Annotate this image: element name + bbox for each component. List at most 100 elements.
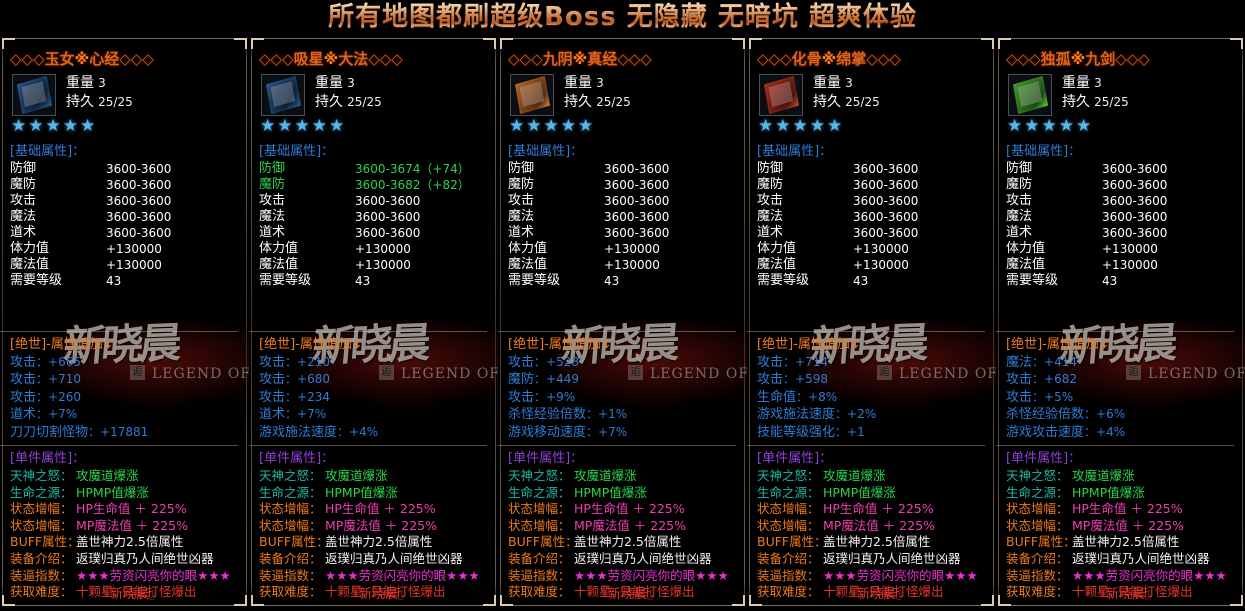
weight-label: 重量 — [315, 75, 343, 91]
durability-label: 持久 — [66, 94, 94, 110]
juexi-attr-label: 攻击 — [10, 372, 37, 388]
single-attr-label: 状态增幅： — [1006, 517, 1069, 533]
juexi-attr-row: 杀怪经验倍数：+1% — [508, 406, 747, 423]
base-attr-label: 魔法 — [259, 209, 286, 224]
item-card[interactable]: 新晓晨逅LEGEND OF MIR2◇◇◇吸星※大法◇◇◇重量 3持久 25/2… — [249, 33, 498, 611]
juexi-attr-row: 攻击：+598 — [757, 371, 996, 388]
single-attr-label: 状态增幅： — [10, 517, 73, 533]
juexi-attr-value: +5% — [1044, 389, 1074, 404]
single-attr-row: 装逼指数： ★★★劳资闪亮你的眼★★★ — [259, 568, 498, 585]
single-attr-label: 装逼指数： — [259, 567, 322, 583]
juexi-attr-row: 游戏移动速度：+7% — [508, 424, 747, 441]
base-attr-value: 3600-3600 — [106, 178, 172, 192]
single-attr-value: HPMP值爆涨 — [823, 484, 896, 500]
single-attr-row: 生命之源： HPMP值爆涨 — [259, 485, 498, 502]
single-attr-value: HPMP值爆涨 — [76, 484, 149, 500]
single-attr-label: 生命之源： — [757, 484, 820, 500]
juexi-attr-value: +7% — [598, 424, 628, 439]
single-attr-row: 状态增幅： MP魔法值 ＋ 225% — [10, 518, 249, 535]
base-attr-row: 攻击 3600-3600 — [508, 193, 747, 209]
single-attr-label: BUFF属性： — [10, 534, 80, 550]
base-attr-label: 攻击 — [1006, 193, 1033, 208]
base-attr-row: 体力值 +130000 — [757, 241, 996, 257]
item-title: ◇◇◇九阴※真经◇◇◇ — [508, 48, 652, 69]
base-attr-row: 体力值 +130000 — [508, 241, 747, 257]
base-attributes-section: [基础属性]： 防御 3600-3674（+74） 魔防 3600-3682（+82）攻… — [259, 143, 498, 289]
single-attr-row: 装逼指数： ★★★劳资闪亮你的眼★★★ — [757, 568, 996, 585]
single-attr-label: 状态增幅： — [259, 501, 322, 517]
base-attr-row: 攻击 3600-3600 — [259, 193, 498, 209]
base-attributes-heading: [基础属性]： — [10, 144, 86, 159]
base-attr-label: 需要等级 — [259, 273, 312, 288]
item-card[interactable]: 新晓晨逅LEGEND OF MIR2◇◇◇九阴※真经◇◇◇重量 3持久 25/2… — [498, 33, 747, 611]
item-card[interactable]: 新晓晨逅LEGEND OF MIR2◇◇◇化骨※绵掌◇◇◇重量 3持久 25/2… — [747, 33, 996, 611]
base-attributes-rows: 防御 3600-3600 魔防 3600-3600 攻击 3600-3600 魔法 3600-… — [757, 161, 996, 289]
juexi-attr-row: 攻击：+714 — [757, 354, 996, 371]
base-attr-label: 魔法 — [10, 209, 37, 224]
base-attr-label: 道术 — [1006, 225, 1033, 240]
juexi-attr-label: 杀怪经验倍数 — [508, 407, 587, 423]
weight-row: 重量 3 — [66, 74, 133, 93]
single-attr-value: HP生命值 ＋ 225% — [325, 501, 436, 517]
item-book-icon[interactable] — [759, 74, 803, 116]
durability-value: 25/25 — [1094, 95, 1129, 109]
durability-value: 25/25 — [845, 95, 880, 109]
item-card[interactable]: 新晓晨逅LEGEND OF MIR2◇◇◇玉女※心经◇◇◇重量 3持久 25/2… — [0, 33, 249, 611]
juexi-separator: ： — [36, 407, 49, 422]
base-attr-row: 体力值 +130000 — [1006, 241, 1245, 257]
juexi-attr-label: 游戏施法速度 — [259, 424, 338, 440]
base-attr-row: 防御 3600-3600 — [1006, 161, 1245, 177]
durability-label: 持久 — [813, 94, 841, 110]
item-book-icon[interactable] — [510, 74, 554, 116]
card-footer-signature: 『新晓晨』 — [96, 587, 162, 602]
juexi-attr-row: 攻击：+9% — [508, 389, 747, 406]
base-attr-row: 体力值 +130000 — [259, 241, 498, 257]
juexi-attr-row: 攻击：+528 — [508, 354, 747, 371]
single-attr-row: BUFF属性： 盖世神力2.5倍属性 — [259, 534, 498, 551]
item-book-icon[interactable] — [261, 74, 305, 116]
base-attributes-heading: [基础属性]： — [757, 144, 833, 159]
single-attr-row: 状态增幅： MP魔法值 ＋ 225% — [259, 518, 498, 535]
base-attr-value: 3600-3600 — [1102, 178, 1168, 192]
item-card[interactable]: 新晓晨逅LEGEND OF MIR2◇◇◇独孤※九剑◇◇◇重量 3持久 25/2… — [996, 33, 1245, 611]
single-attr-label: 天神之怒： — [508, 468, 571, 483]
juexi-attributes-section: [绝世]-属性追加↓ 攻击：+210 攻击：+680 攻击：+234 道术：+7% 游戏施… — [259, 336, 498, 441]
base-attr-value: 43 — [106, 274, 122, 288]
base-attr-value: 3600-3682（+82） — [355, 178, 470, 192]
base-attr-value: +130000 — [1102, 242, 1158, 256]
juexi-separator: ： — [285, 372, 298, 387]
juexi-attr-row: 道术：+7% — [10, 406, 249, 423]
base-attr-value: 3600-3600 — [1102, 210, 1168, 224]
juexi-separator: ： — [534, 355, 547, 369]
weight-label: 重量 — [66, 75, 94, 91]
juexi-separator: ： — [783, 372, 796, 387]
juexi-separator: ： — [1032, 355, 1045, 369]
durability-row: 持久 25/25 — [66, 93, 133, 112]
single-attributes-section: [单件属性]： 天神之怒： 攻魔道爆涨 生命之源： HPMP值爆涨 状态增幅： HP生命值 … — [10, 450, 249, 601]
single-attr-label: 状态增幅： — [757, 501, 820, 517]
base-attr-value: 43 — [1102, 274, 1118, 288]
base-attr-row: 体力值 +130000 — [10, 241, 249, 257]
juexi-attr-label: 攻击 — [757, 355, 784, 370]
base-attributes-heading: [基础属性]： — [1006, 144, 1082, 159]
base-attr-label: 防御 — [508, 161, 535, 176]
item-book-icon[interactable] — [12, 74, 56, 116]
juexi-attr-value: +9% — [546, 389, 576, 404]
single-attr-value: MP魔法值 ＋ 225% — [325, 517, 438, 533]
title-asterisk-mark: ※ — [821, 50, 837, 68]
item-book-icon[interactable] — [1008, 74, 1052, 116]
base-attr-label: 攻击 — [508, 193, 535, 208]
base-attr-label: 魔法值 — [757, 257, 797, 272]
single-attributes-section: [单件属性]： 天神之怒： 攻魔道爆涨 生命之源： HPMP值爆涨 状态增幅： HP生命值 … — [757, 450, 996, 601]
base-attributes-heading: [基础属性]： — [508, 144, 584, 159]
card-content: ◇◇◇九阴※真经◇◇◇ 重量 3 持久 25/25 ★★★★★ [基础属性]： 防御 360… — [508, 33, 747, 611]
juexi-attr-value: +1% — [598, 407, 628, 422]
juexi-separator: ： — [88, 424, 101, 439]
single-attr-value: HP生命值 ＋ 225% — [1072, 501, 1183, 517]
single-attributes-rows: 天神之怒： 攻魔道爆涨 生命之源： HPMP值爆涨 状态增幅： HP生命值 ＋ 225% 状… — [259, 468, 498, 601]
juexi-attr-label: 杀怪经验倍数 — [1006, 407, 1085, 423]
weight-block: 重量 3 持久 25/25 — [66, 74, 133, 112]
juexi-attr-row: 攻击：+680 — [259, 371, 498, 388]
single-attr-label: 装备介绍： — [508, 550, 571, 566]
single-attr-label: 天神之怒： — [10, 468, 73, 483]
